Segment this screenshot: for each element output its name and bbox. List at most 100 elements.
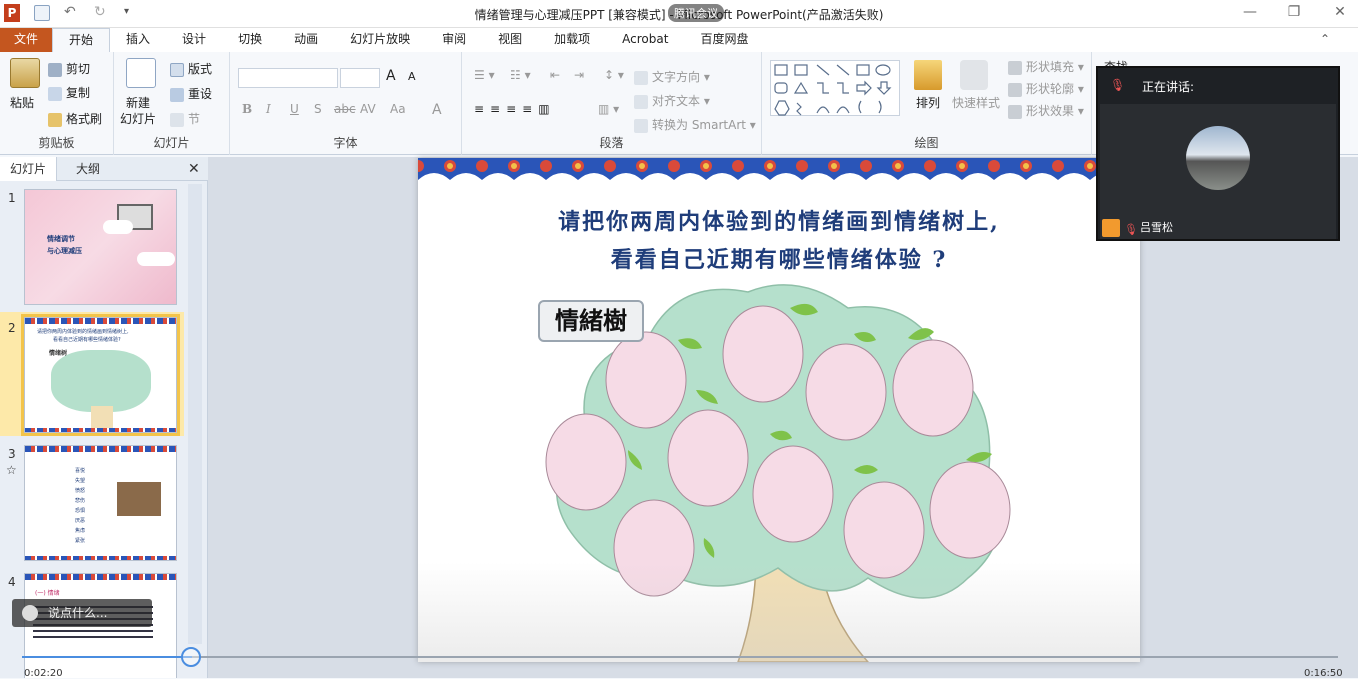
tab-slides[interactable]: 幻灯片 [0, 157, 58, 181]
quick-styles-icon[interactable] [960, 60, 988, 90]
alignment-icons[interactable]: ≡≡≡≡▥ [474, 102, 556, 116]
restore-button[interactable]: ❐ [1284, 4, 1304, 20]
tab-animations[interactable]: 动画 [278, 28, 334, 52]
progress-remaining[interactable] [192, 656, 1338, 658]
emotion-fruit [667, 409, 749, 507]
tab-view[interactable]: 视图 [482, 28, 538, 52]
shape-outline-button[interactable]: 形状轮廓 ▾ [1008, 80, 1084, 97]
chat-input[interactable]: 说点什么... [12, 599, 152, 627]
tab-review[interactable]: 审阅 [426, 28, 482, 52]
shapes-gallery[interactable] [770, 60, 900, 116]
numbering-icon[interactable]: ☷ ▾ [510, 68, 531, 82]
section-button[interactable]: 节 [170, 110, 200, 127]
emotion-fruit [805, 343, 887, 441]
progress-played[interactable] [22, 656, 192, 658]
bold-button[interactable]: B [242, 102, 252, 116]
reset-button[interactable]: 重设 [170, 85, 212, 102]
emoji-icon[interactable] [22, 605, 38, 621]
tree-label: 情緒樹 [538, 300, 644, 342]
decrease-indent-icon[interactable]: ⇤ [550, 68, 560, 82]
participant-tile[interactable]: 🎙 吕雪松 [1100, 104, 1336, 239]
undo-icon[interactable]: ↶ [64, 5, 80, 21]
powerpoint-app-icon[interactable]: P [4, 4, 20, 22]
new-slide-button[interactable]: 新建 [126, 94, 150, 111]
align-text-button[interactable]: 对齐文本 ▾ [634, 92, 710, 109]
tab-home[interactable]: 开始 [52, 28, 111, 52]
tab-transitions[interactable]: 切换 [222, 28, 278, 52]
thumb-line-2b: 看看自己近期有哪些情绪体验? [53, 337, 121, 343]
bullets-icon[interactable]: ☰ ▾ [474, 68, 495, 82]
pane-scrollbar[interactable] [188, 184, 202, 644]
effects-icon [1008, 104, 1022, 119]
tab-addins[interactable]: 加载项 [538, 28, 606, 52]
tab-slideshow[interactable]: 幻灯片放映 [334, 28, 426, 52]
drawing-group: 排列 快速样式 形状填充 ▾ 形状轮廓 ▾ 形状效果 ▾ 绘图 [762, 52, 1092, 155]
paste-button[interactable]: 粘贴 [10, 94, 34, 111]
new-slide-icon[interactable] [126, 58, 156, 88]
redo-icon[interactable]: ↻ [94, 5, 110, 21]
char-spacing-button[interactable]: AV [360, 102, 376, 116]
shadow-button[interactable]: S [314, 102, 322, 116]
emotion-fruit [752, 445, 834, 543]
change-case-button[interactable]: Aa [390, 102, 406, 116]
thumb-border [25, 574, 176, 580]
tab-file[interactable]: 文件 [0, 28, 53, 52]
slide-thumbnail-2[interactable]: 请把你两周内体验到的情绪画到情绪树上, 看看自己近期有哪些情绪体验? 情绪树 [21, 314, 180, 436]
emotion-fruit [929, 461, 1011, 559]
paragraph-group-label: 段落 [599, 136, 624, 150]
section-icon [170, 112, 184, 127]
thumb-tree [51, 350, 151, 412]
close-button[interactable]: ✕ [1330, 4, 1350, 20]
tab-outline[interactable]: 大纲 [66, 157, 110, 181]
thumb-girl-image [117, 482, 161, 516]
tab-baidu[interactable]: 百度网盘 [684, 28, 764, 52]
current-slide[interactable]: 请把你两周内体验到的情绪画到情绪树上, 看看自己近期有哪些情绪体验 ? 情緒樹 [418, 158, 1140, 662]
slide-thumbnail-1[interactable]: 情绪调节 与心理减压 [24, 189, 177, 305]
meeting-overlay-label: 腾讯会议 [668, 4, 724, 22]
italic-button[interactable]: I [266, 102, 271, 116]
line-spacing-icon[interactable]: ↕ ▾ [604, 68, 624, 82]
animation-star-icon: ☆ [6, 463, 17, 477]
increase-indent-icon[interactable]: ⇥ [574, 68, 584, 82]
user-icon [1102, 219, 1120, 237]
slide-thumbnail-3[interactable]: 喜悦 失望 愤怒 悲伤 恐惧 厌恶 焦虑 紧张 [24, 445, 177, 561]
format-painter-button[interactable]: 格式刷 [48, 110, 102, 127]
copy-button[interactable]: 复制 [48, 84, 90, 101]
font-size-combo[interactable] [340, 68, 380, 88]
quick-styles-button[interactable]: 快速样式 [952, 94, 1000, 111]
ribbon-tabs: 文件 开始 插入 设计 切换 动画 幻灯片放映 审阅 视图 加载项 Acroba… [0, 28, 1358, 52]
minimize-button[interactable]: — [1240, 4, 1260, 20]
muted-mic-icon: 🎙 [1110, 78, 1126, 92]
new-slide-dropdown[interactable]: 幻灯片 [120, 110, 156, 127]
tab-insert[interactable]: 插入 [110, 28, 166, 52]
tab-design[interactable]: 设计 [166, 28, 222, 52]
thumb-border [25, 428, 176, 432]
underline-button[interactable]: U [290, 102, 299, 116]
progress-handle[interactable] [181, 647, 201, 667]
customize-qat-icon[interactable]: ▾ [124, 5, 140, 21]
save-icon[interactable] [34, 5, 50, 21]
columns-icon[interactable]: ▥ ▾ [598, 102, 619, 116]
grow-font-button[interactable]: A [386, 68, 396, 84]
arrange-icon[interactable] [914, 60, 942, 90]
paste-icon[interactable] [10, 58, 40, 88]
shrink-font-button[interactable]: A [408, 70, 416, 83]
layout-icon [170, 62, 184, 77]
arrange-button[interactable]: 排列 [916, 94, 940, 111]
paragraph-group: ☰ ▾ ☷ ▾ ⇤ ⇥ ↕ ▾ 文字方向 ▾ 对齐文本 ▾ 转换为 SmartA… [462, 52, 762, 155]
smartart-button[interactable]: 转换为 SmartArt ▾ [634, 116, 756, 133]
font-name-combo[interactable] [238, 68, 338, 88]
pane-close-button[interactable]: ✕ [178, 157, 210, 181]
ribbon-collapse-icon[interactable]: ⌃ [1320, 28, 1330, 52]
cut-button[interactable]: 剪切 [48, 60, 90, 77]
font-color-button[interactable]: A [432, 102, 442, 118]
tab-acrobat[interactable]: Acrobat [606, 28, 684, 52]
strikethrough-button[interactable]: abc [334, 102, 356, 116]
meeting-video-panel[interactable]: 🎙 正在讲话: 🎙 吕雪松 [1096, 66, 1340, 241]
text-direction-button[interactable]: 文字方向 ▾ [634, 68, 710, 85]
shape-fill-button[interactable]: 形状填充 ▾ [1008, 58, 1084, 75]
participant-mic-icon: 🎙 [1124, 223, 1138, 236]
clipboard-group-label: 剪贴板 [38, 136, 75, 150]
layout-button[interactable]: 版式 [170, 60, 212, 77]
shape-effects-button[interactable]: 形状效果 ▾ [1008, 102, 1084, 119]
